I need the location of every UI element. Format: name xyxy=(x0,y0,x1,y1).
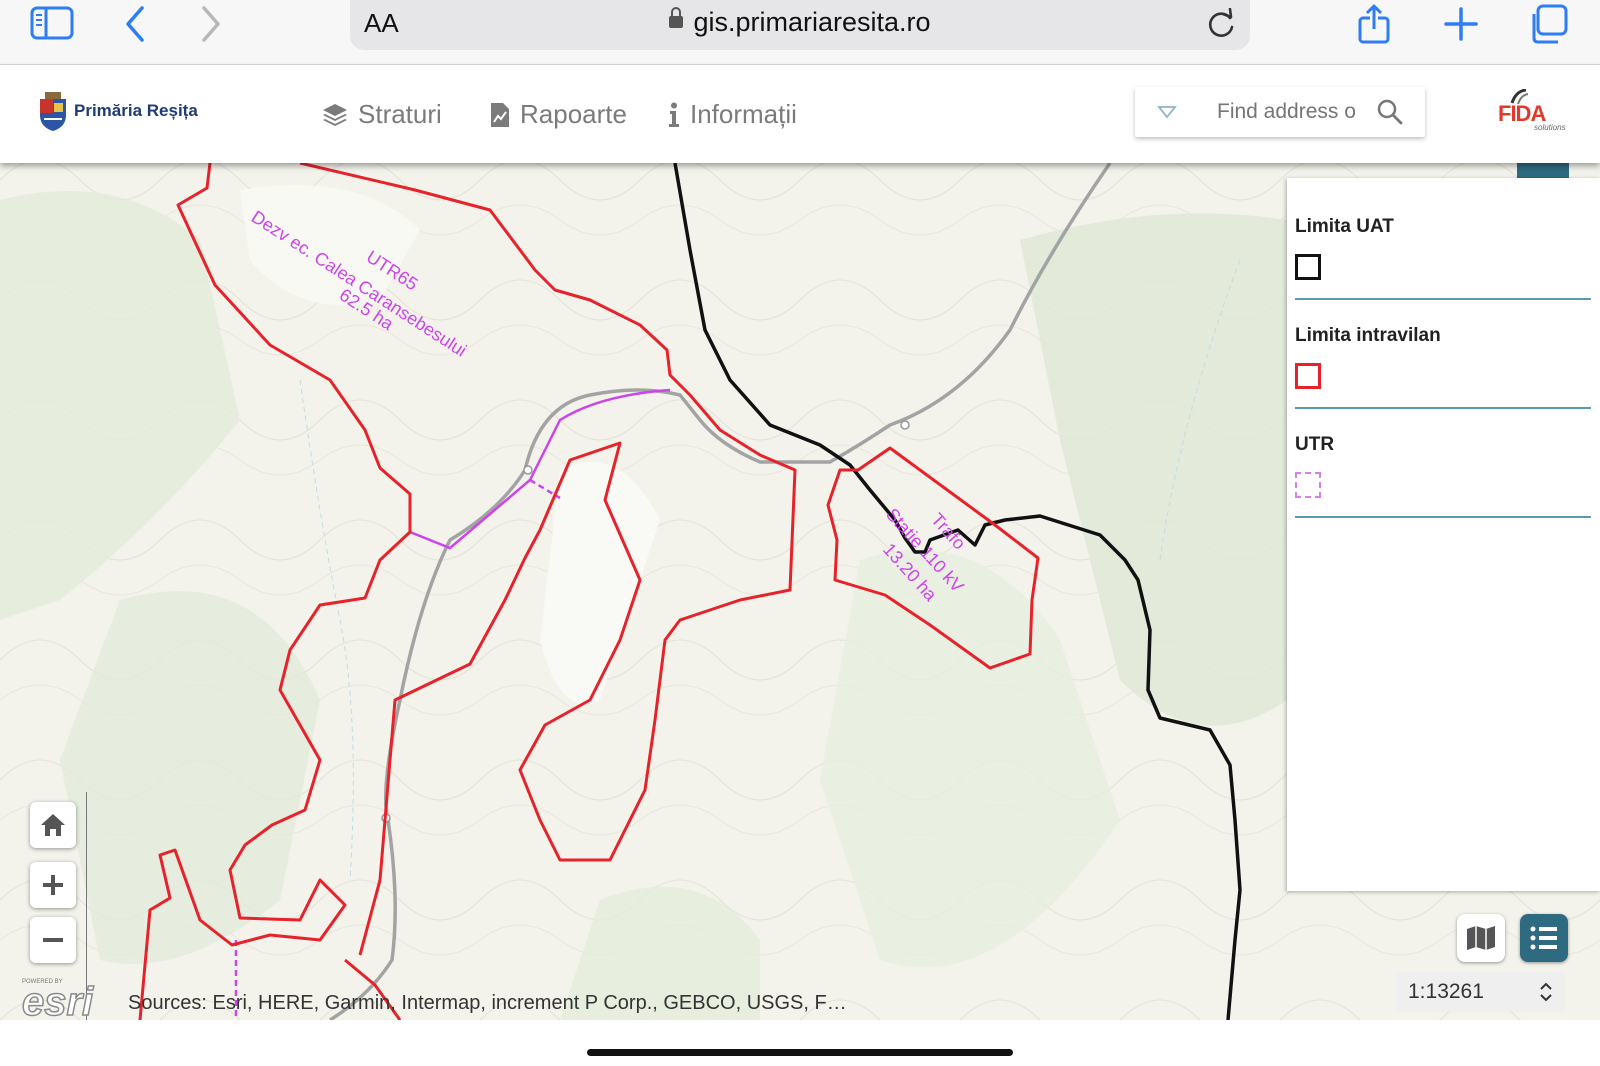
city-logo[interactable]: Primăria Reșița xyxy=(38,91,198,131)
lock-icon xyxy=(669,6,684,28)
nav-informatii[interactable]: Informații xyxy=(668,99,797,130)
legend-item-utr: UTR xyxy=(1295,434,1591,518)
legend-panel: Limita UAT Limita intravilan UTR xyxy=(1287,178,1600,891)
report-icon xyxy=(491,102,509,127)
nav-rapoarte[interactable]: Rapoarte xyxy=(490,99,627,130)
nav-informatii-label: Informații xyxy=(690,99,797,129)
nav-straturi-label: Straturi xyxy=(358,99,442,129)
search-source-dropdown-icon[interactable] xyxy=(1157,105,1177,124)
scale-value: 1:13261 xyxy=(1408,980,1484,1003)
legend-swatch-utr xyxy=(1295,472,1321,498)
nav-straturi[interactable]: Straturi xyxy=(322,99,442,130)
zoom-in-button[interactable] xyxy=(30,862,76,908)
browser-toolbar: AA gis.primariaresita.ro xyxy=(0,0,1600,65)
esri-logo[interactable]: esri xyxy=(21,979,94,1025)
url-text: gis.primariaresita.ro xyxy=(693,7,931,37)
legend-item-uat-title: Limita UAT xyxy=(1295,216,1394,237)
nav-rapoarte-label: Rapoarte xyxy=(520,99,627,129)
map-attribution[interactable]: Sources: Esri, HERE, Garmin, Intermap, i… xyxy=(128,992,847,1015)
scale-selector[interactable]: 1:13261 xyxy=(1396,972,1566,1012)
tabs-overview-icon[interactable] xyxy=(1526,4,1570,49)
forward-icon[interactable] xyxy=(198,4,224,49)
minus-icon xyxy=(43,938,63,942)
legend-tab-handle[interactable] xyxy=(1517,163,1569,179)
basemap-toggle-button[interactable] xyxy=(1457,914,1505,962)
address-bar[interactable]: AA gis.primariaresita.ro xyxy=(350,0,1250,50)
legend-item-intravilan-title: Limita intravilan xyxy=(1295,325,1441,346)
bottom-safe-area xyxy=(0,1020,1600,1066)
back-icon[interactable] xyxy=(122,4,148,49)
search-input[interactable] xyxy=(1215,97,1359,127)
coat-of-arms-icon xyxy=(40,92,66,131)
legend-swatch-intravilan xyxy=(1295,363,1321,389)
legend-toggle-button[interactable] xyxy=(1520,914,1568,962)
info-icon xyxy=(669,102,679,127)
zoom-out-button[interactable] xyxy=(30,917,76,963)
new-tab-icon[interactable] xyxy=(1444,4,1478,49)
plus-icon xyxy=(43,875,63,895)
city-name: Primăria Reșița xyxy=(74,101,198,120)
list-icon xyxy=(1530,926,1557,950)
legend-item-uat: Limita UAT xyxy=(1295,216,1591,300)
map-icon xyxy=(1467,926,1495,950)
legend-item-intravilan: Limita intravilan xyxy=(1295,325,1591,409)
sidebar-toggle-icon[interactable] xyxy=(30,4,74,47)
chevron-up-down-icon xyxy=(1538,981,1554,1008)
search-widget xyxy=(1135,87,1425,137)
home-icon xyxy=(41,814,65,836)
partner-logo-subtext: solutions xyxy=(1534,123,1566,132)
legend-item-utr-title: UTR xyxy=(1295,434,1335,455)
home-button[interactable] xyxy=(30,802,76,848)
app-header: Primăria Reșița Straturi Rapoarte Inform… xyxy=(0,65,1600,163)
legend-swatch-uat xyxy=(1295,254,1321,280)
layers-icon xyxy=(323,103,347,126)
search-icon[interactable] xyxy=(1377,99,1403,130)
reload-icon[interactable] xyxy=(1206,7,1236,45)
home-indicator[interactable] xyxy=(587,1049,1013,1056)
share-icon[interactable] xyxy=(1356,4,1392,49)
